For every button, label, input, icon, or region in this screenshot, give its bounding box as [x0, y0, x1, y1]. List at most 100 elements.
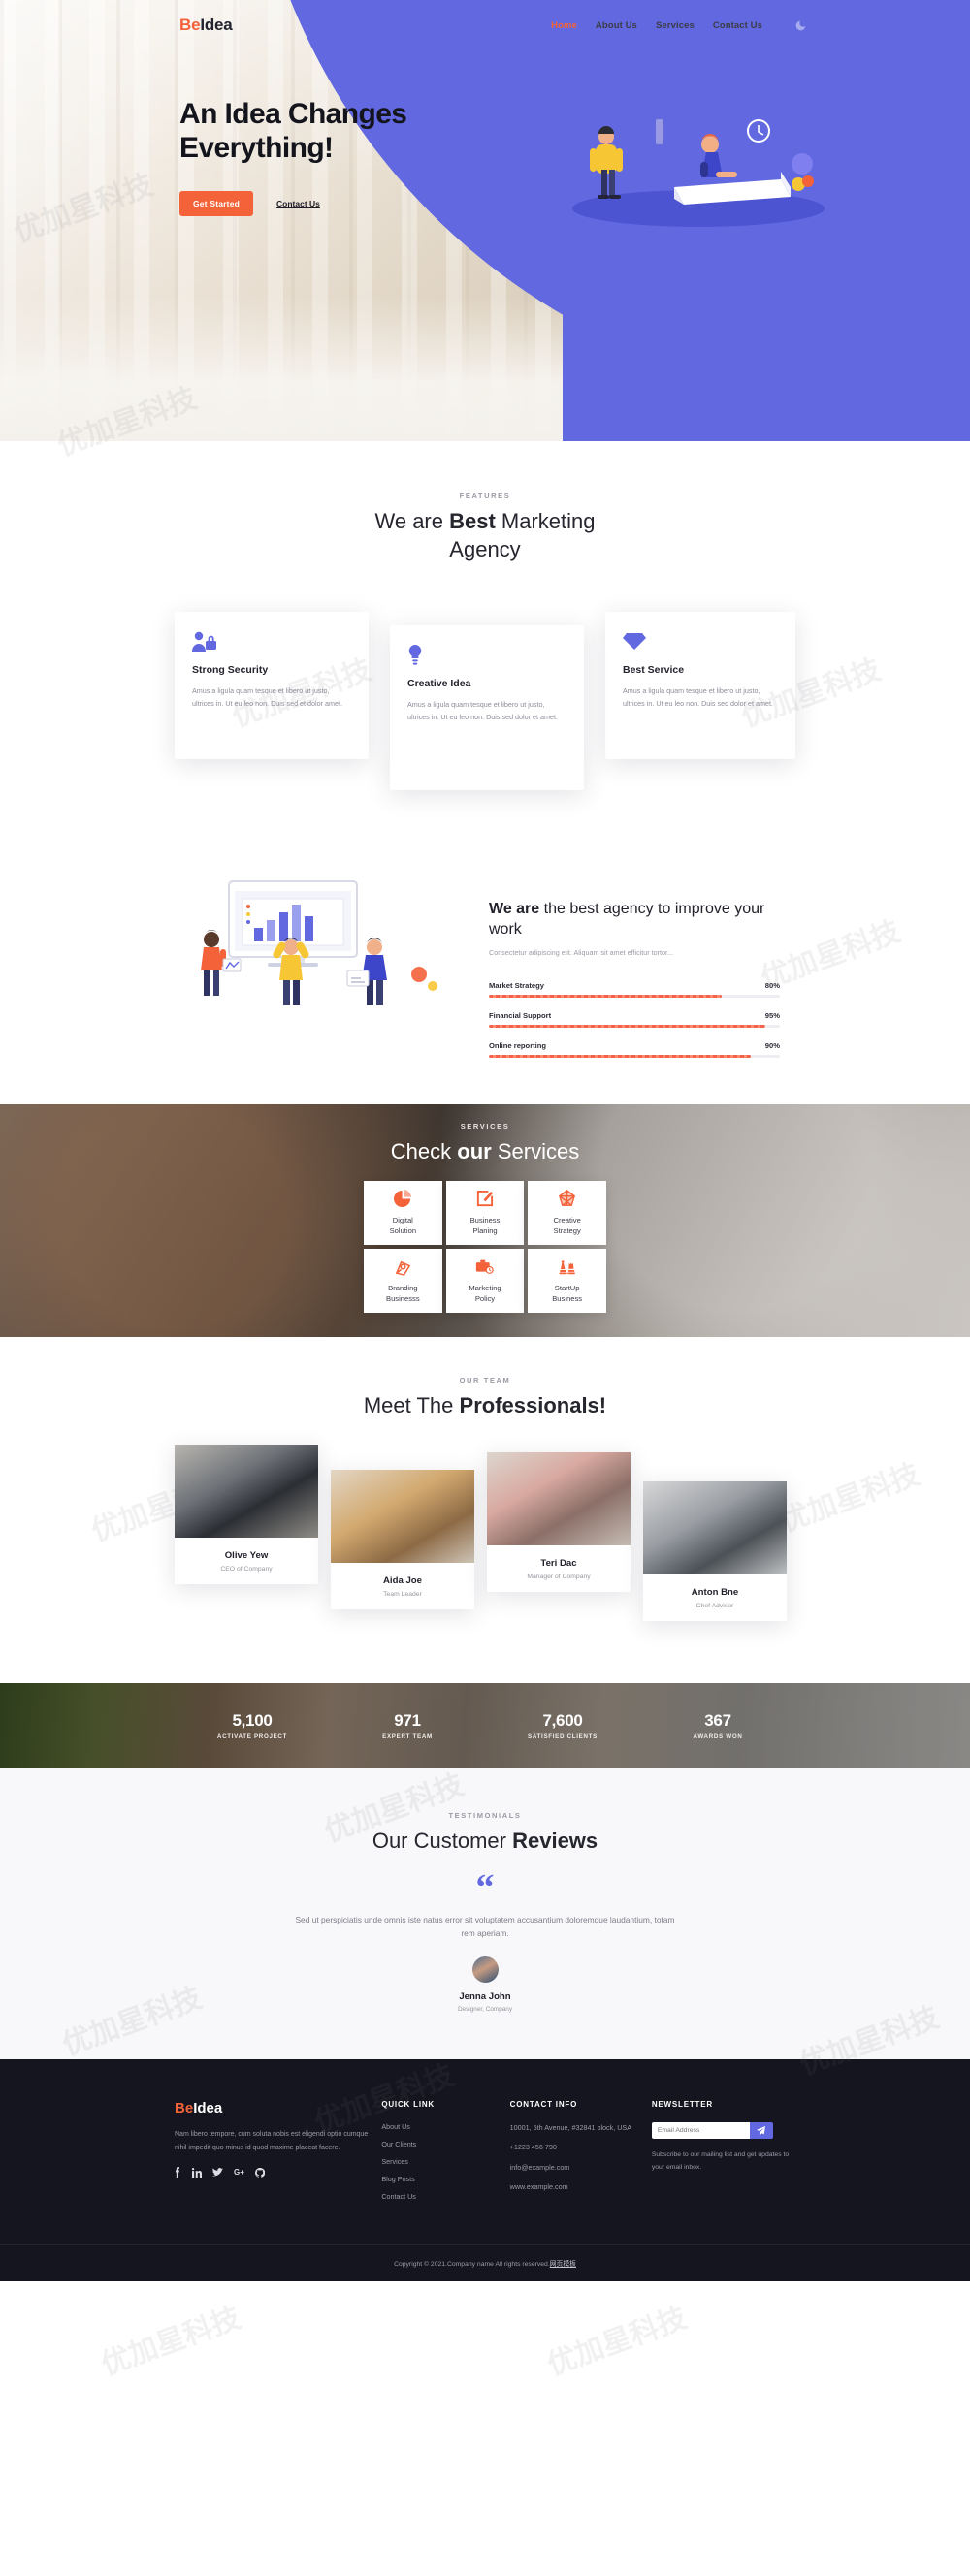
hero-contact-us-link[interactable]: Contact Us: [276, 199, 320, 208]
about-section: We are the best agency to improve your w…: [0, 848, 970, 1104]
nav-item-services[interactable]: Services: [656, 20, 695, 31]
team-member-name: Anton Bne: [691, 1587, 739, 1599]
skill-item: Market Strategy 80%: [489, 981, 780, 998]
watermark: 优加星科技: [542, 2301, 692, 2383]
about-illustration: [175, 872, 466, 1028]
team-member-photo: [331, 1470, 474, 1564]
features-section: FEATURES We are Best Marketing Agency St…: [0, 441, 970, 849]
nav-item-home[interactable]: Home: [551, 20, 577, 31]
about-subtitle: Consectetur adipiscing elit. Aliquam sit…: [489, 948, 674, 958]
polygon-web-icon: [558, 1190, 576, 1208]
service-card-creative-strategy[interactable]: Creative Strategy: [528, 1181, 606, 1246]
feature-card[interactable]: Creative Idea Amus a ligula quam tesque …: [390, 625, 584, 791]
nav-item-about-us[interactable]: About Us: [596, 20, 637, 31]
top-navbar: BeIdea Home About Us Services Contact Us: [0, 0, 970, 50]
team-title-bold: Professionals!: [459, 1392, 607, 1417]
skill-progress-fill: [489, 1054, 751, 1058]
watermark: 优加星科技: [96, 2301, 245, 2383]
lightbulb-icon: [407, 645, 566, 666]
site-logo[interactable]: BeIdea: [179, 16, 233, 35]
footer-quick-link-column: QUICK LINK About Us Our Clients Services…: [381, 2100, 509, 2210]
footer-link-our-clients[interactable]: Our Clients: [381, 2140, 509, 2148]
testimonial-author-role: Designer, Company: [457, 2006, 513, 2014]
chess-pieces-icon: [558, 1257, 576, 1276]
skill-percent: 80%: [764, 980, 780, 990]
google-plus-icon[interactable]: G+: [234, 2168, 244, 2177]
twitter-icon[interactable]: [212, 2167, 223, 2178]
service-card-branding-businesss[interactable]: Branding Businesss: [364, 1249, 442, 1314]
linkedin-icon[interactable]: [192, 2167, 202, 2178]
service-card-business-planing[interactable]: Business Planing: [445, 1181, 525, 1246]
stats-section: 5,100 ACTIVATE PROJECT 971 EXPERT TEAM 7…: [0, 1683, 970, 1769]
stat-label: AWARDS WON: [693, 1733, 743, 1741]
newsletter-form: [651, 2122, 773, 2140]
footer-phone[interactable]: +1223 456 790: [510, 2142, 652, 2153]
footer-copyright-text: Copyright © 2021.Company name All rights…: [394, 2261, 550, 2269]
nav-item-contact-us[interactable]: Contact Us: [713, 20, 762, 31]
footer-newsletter-heading: NEWSLETTER: [651, 2100, 713, 2110]
skill-item: Financial Support 95%: [489, 1011, 780, 1028]
about-title: We are the best agency to improve your w…: [489, 899, 780, 939]
footer-link-services[interactable]: Services: [381, 2157, 509, 2166]
services-title-bold: our: [457, 1138, 492, 1163]
team-title: Meet The Professionals!: [330, 1392, 640, 1420]
get-started-button[interactable]: Get Started: [179, 190, 254, 216]
testimonials-title: Our Customer Reviews: [0, 1828, 970, 1856]
footer-copyright: Copyright © 2021.Company name All rights…: [0, 2244, 970, 2281]
feature-title: Strong Security: [192, 664, 269, 677]
feature-title: Creative Idea: [407, 678, 471, 690]
service-label: Business Planing: [469, 1216, 501, 1236]
skill-name: Online reporting: [489, 1040, 547, 1050]
footer-logo-prefix: Be: [175, 2100, 194, 2117]
testimonial-author: Jenna John: [459, 1991, 511, 2003]
team-member-card[interactable]: Aida Joe Team Leader: [331, 1470, 474, 1610]
skill-percent: 90%: [764, 1040, 780, 1050]
team-member-card[interactable]: Olive Yew CEO of Company: [175, 1445, 318, 1585]
footer-contact-info-column: CONTACT INFO 10001, 5th Avenue, #32841 b…: [510, 2100, 652, 2210]
services-title: Check our Services: [0, 1138, 970, 1166]
team-member-card[interactable]: Teri Dac Manager of Company: [487, 1452, 630, 1593]
skill-name: Financial Support: [489, 1010, 552, 1020]
feature-card[interactable]: Strong Security Amus a ligula quam tesqu…: [175, 612, 369, 760]
logo-suffix: Idea: [200, 16, 233, 34]
footer-logo[interactable]: BeIdea: [175, 2100, 381, 2116]
stat-item: 367 AWARDS WON: [640, 1711, 795, 1740]
newsletter-submit-button[interactable]: [749, 2122, 773, 2140]
service-card-digital-solution[interactable]: Digital Solution: [364, 1181, 442, 1246]
team-section: OUR TEAM Meet The Professionals! Olive Y…: [0, 1336, 970, 1684]
footer-website[interactable]: www.example.com: [510, 2181, 652, 2193]
services-grid: Digital Solution Business Planing Creati…: [364, 1181, 606, 1314]
primary-nav: Home About Us Services Contact Us: [551, 19, 807, 32]
testimonials-title-bold: Reviews: [512, 1829, 598, 1854]
team-member-role: Team Leader: [383, 1591, 422, 1599]
footer-brand-column: BeIdea Nam libero tempore, cum soluta no…: [175, 2100, 381, 2210]
footer-newsletter-column: NEWSLETTER Subscribe to our mailing list…: [651, 2100, 795, 2210]
stat-label: ACTIVATE PROJECT: [216, 1733, 288, 1741]
about-title-bold: We are: [489, 901, 540, 918]
quote-icon: “: [475, 1866, 495, 1908]
briefcase-clock-icon: [475, 1257, 495, 1276]
feature-text: Amus a ligula quam tesque et libero ut j…: [623, 686, 774, 709]
team-member-role: CEO of Company: [220, 1566, 273, 1574]
diamond-icon: [623, 631, 778, 652]
feature-card[interactable]: Best Service Amus a ligula quam tesque e…: [605, 612, 795, 760]
stat-value: 7,600: [542, 1711, 583, 1731]
service-label: Branding Businesss: [386, 1284, 420, 1304]
facebook-icon[interactable]: [175, 2167, 181, 2178]
footer-social-links: G+: [175, 2167, 381, 2178]
team-member-role: Chef Advisor: [695, 1603, 734, 1610]
team-member-name: Aida Joe: [383, 1575, 422, 1587]
moon-icon[interactable]: [794, 19, 807, 32]
footer-email[interactable]: info@example.com: [510, 2162, 652, 2174]
testimonials-title-plain: Our Customer: [372, 1829, 513, 1854]
github-icon[interactable]: [254, 2167, 265, 2178]
footer-link-about-us[interactable]: About Us: [381, 2122, 509, 2131]
footer-link-blog-posts[interactable]: Blog Posts: [381, 2175, 509, 2183]
service-card-marketing-policy[interactable]: Marketing Policy: [445, 1249, 525, 1314]
service-card-startup-business[interactable]: StartUp Business: [528, 1249, 606, 1314]
footer-link-contact-us[interactable]: Contact Us: [381, 2192, 509, 2201]
footer-copyright-link[interactable]: 网页模板: [550, 2261, 576, 2268]
team-member-card[interactable]: Anton Bne Chef Advisor: [643, 1481, 787, 1622]
newsletter-email-input[interactable]: [651, 2122, 750, 2140]
team-cards: Olive Yew CEO of Company Aida Joe Team L…: [175, 1445, 795, 1638]
